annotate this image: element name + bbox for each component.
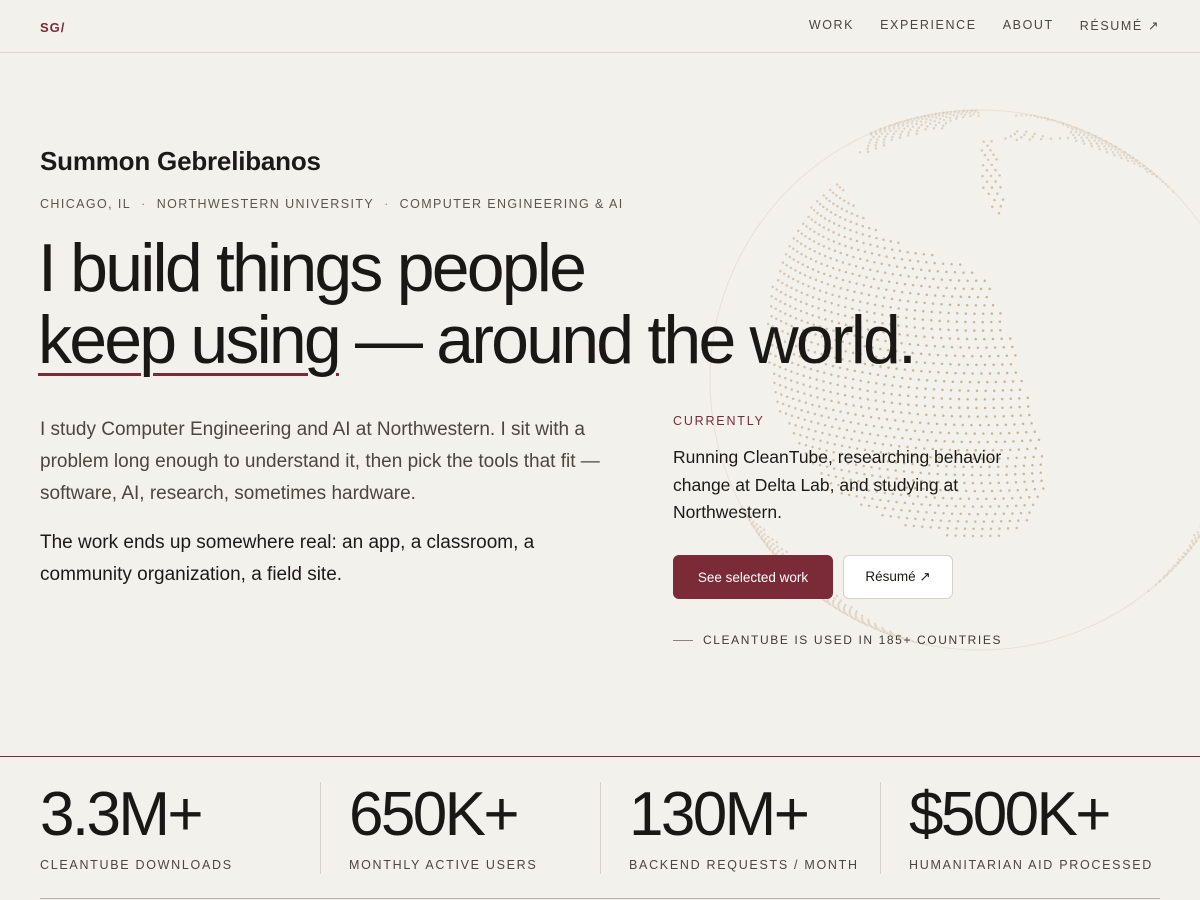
- currently-text: Running CleanTube, researching behavior …: [673, 447, 1002, 522]
- stat-downloads: 3.3M+ CLEANTUBE DOWNLOADS: [40, 782, 233, 874]
- stat-label: CLEANTUBE DOWNLOADS: [40, 858, 233, 872]
- stat-humanitarian-aid: $500K+ HUMANITARIAN AID PROCESSED: [909, 782, 1153, 874]
- countries-footnote: CLEANTUBE IS USED IN 185+ COUNTRIES: [673, 633, 1002, 647]
- meta-location: CHICAGO, IL: [40, 197, 132, 211]
- headline-line1: I build things people: [38, 230, 587, 306]
- stat-value: 130M+: [629, 780, 810, 849]
- stats-top-rule: [0, 756, 1200, 757]
- stat-divider: [320, 782, 321, 874]
- meta-separator: ·: [384, 197, 390, 211]
- currently-label: CURRENTLY: [673, 414, 765, 428]
- footnote-text: CLEANTUBE IS USED IN 185+ COUNTRIES: [703, 633, 1003, 647]
- stat-value: $500K+: [909, 780, 1111, 849]
- stat-label: MONTHLY ACTIVE USERS: [349, 858, 538, 872]
- meta-major: COMPUTER ENGINEERING & AI: [399, 197, 624, 211]
- stat-divider: [600, 782, 601, 874]
- resume-button[interactable]: Résumé ↗: [843, 555, 953, 599]
- stat-label: BACKEND REQUESTS / MONTH: [629, 858, 859, 872]
- person-name: Summon Gebrelibanos: [40, 146, 321, 176]
- hero-meta: CHICAGO, IL · NORTHWESTERN UNIVERSITY · …: [40, 197, 624, 211]
- meta-separator: ·: [141, 197, 147, 211]
- intro-paragraph: I study Computer Engineering and AI at N…: [40, 419, 600, 504]
- headline-rest: — around the world.: [338, 302, 917, 378]
- stat-value: 3.3M+: [40, 780, 204, 849]
- stat-monthly-users: 650K+ MONTHLY ACTIVE USERS: [349, 782, 537, 874]
- stats-bottom-rule: [40, 898, 1160, 899]
- nav-resume[interactable]: RÉSUMÉ ↗: [1080, 18, 1160, 33]
- nav-work[interactable]: WORK: [809, 18, 854, 33]
- nav-experience[interactable]: EXPERIENCE: [880, 18, 977, 33]
- site-logo[interactable]: SG/: [40, 20, 65, 35]
- footnote-dash: [673, 639, 693, 641]
- nav-about[interactable]: ABOUT: [1003, 18, 1054, 33]
- stat-divider: [880, 782, 881, 874]
- stat-label: HUMANITARIAN AID PROCESSED: [909, 858, 1153, 872]
- intro-paragraph-2: The work ends up somewhere real: an app,…: [40, 532, 535, 585]
- stat-value: 650K+: [349, 780, 520, 849]
- meta-university: NORTHWESTERN UNIVERSITY: [156, 197, 375, 211]
- hero-headline: I build things people keep using — aroun…: [38, 232, 1038, 376]
- top-navigation-bar: SG/ WORK EXPERIENCE ABOUT RÉSUMÉ ↗: [0, 0, 1200, 53]
- headline-underlined: keep using: [38, 302, 342, 378]
- stat-backend-requests: 130M+ BACKEND REQUESTS / MONTH: [629, 782, 859, 874]
- see-selected-work-button[interactable]: See selected work: [673, 555, 833, 599]
- main-nav: WORK EXPERIENCE ABOUT RÉSUMÉ ↗: [809, 18, 1160, 33]
